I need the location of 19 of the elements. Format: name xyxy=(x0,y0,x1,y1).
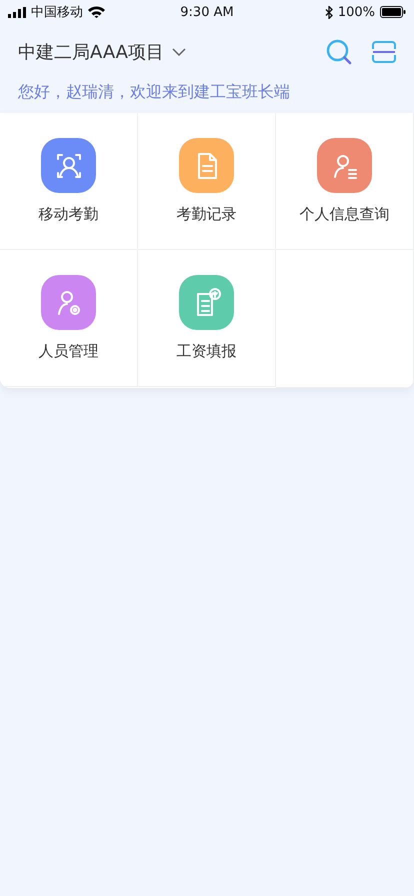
scan-button[interactable] xyxy=(372,41,396,63)
menu-item[interactable]: 移动考勤 xyxy=(0,113,138,250)
menu-item[interactable]: 人员管理 xyxy=(0,250,138,387)
signal-icon xyxy=(8,6,26,18)
status-time: 9:30 AM xyxy=(179,4,235,20)
wifi-icon xyxy=(88,6,105,18)
scan-icon xyxy=(372,41,396,63)
chevron-down-icon xyxy=(172,48,186,56)
battery-icon xyxy=(380,6,406,18)
bluetooth-icon xyxy=(324,6,333,18)
menu-item[interactable]: 工资填报 xyxy=(138,250,276,387)
project-selector[interactable]: 中建二局AAA项目 xyxy=(18,40,186,64)
battery-percent: 100% xyxy=(338,4,376,20)
search-icon xyxy=(326,39,352,65)
search-button[interactable] xyxy=(326,39,352,65)
menu-item[interactable]: 个人信息查询 xyxy=(276,113,414,250)
menu-item[interactable]: 考勤记录 xyxy=(138,113,276,250)
carrier-name: 中国移动 xyxy=(31,4,83,21)
welcome-text: 您好，赵瑞清，欢迎来到建工宝班长端 xyxy=(17,81,291,103)
